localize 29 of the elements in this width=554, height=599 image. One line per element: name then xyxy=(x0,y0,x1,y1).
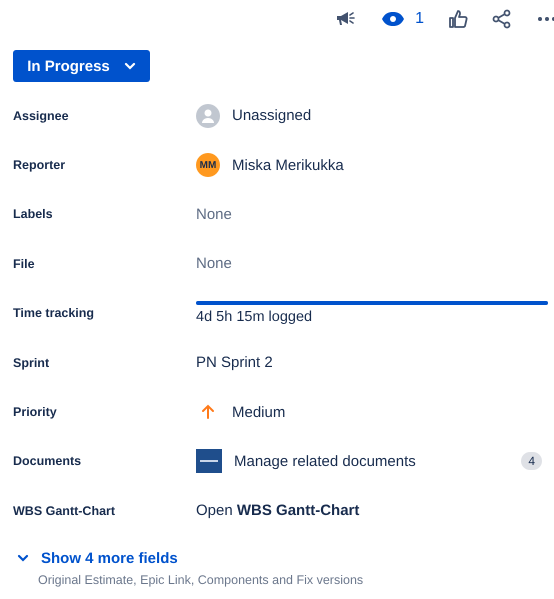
field-label: Sprint xyxy=(13,356,50,370)
field-value[interactable]: PN Sprint 2 xyxy=(196,354,273,372)
logo-icon xyxy=(196,449,222,474)
field-label: Time tracking xyxy=(13,306,96,320)
chevron-down-icon xyxy=(124,62,136,70)
eye-icon xyxy=(381,11,406,27)
field-label: Documents xyxy=(13,454,82,468)
field-value[interactable]: Medium xyxy=(232,404,286,421)
chevron-down-icon xyxy=(17,554,29,562)
avatar: MM xyxy=(196,153,220,178)
field-value[interactable]: None xyxy=(196,206,232,223)
field-value[interactable]: Unassigned xyxy=(232,107,312,124)
field-label: File xyxy=(13,256,36,271)
field-value[interactable]: Miska Merikukka xyxy=(232,156,344,174)
count-badge: 4 xyxy=(521,452,542,470)
field-value[interactable]: None xyxy=(196,255,232,272)
avatar-icon xyxy=(196,104,220,128)
watch-button[interactable]: 1 xyxy=(381,6,424,32)
show-more-link[interactable]: Show 4 more fields xyxy=(13,550,178,567)
link[interactable]: Open WBS Gantt-Chart xyxy=(196,502,360,520)
field-label: Labels xyxy=(13,207,54,222)
field-value[interactable]: 4d 5h 15m logged xyxy=(196,309,548,326)
field-label: Assignee xyxy=(13,108,70,123)
field-label: Priority xyxy=(13,405,58,420)
status-button[interactable]: In Progress xyxy=(13,50,150,82)
field-label: Reporter xyxy=(13,158,66,172)
field-label: WBS Gantt-Chart xyxy=(13,504,116,518)
link[interactable]: Manage related documents xyxy=(234,452,522,470)
hint-text: Original Estimate, Epic Link, Components and Fix versions xyxy=(37,572,364,587)
